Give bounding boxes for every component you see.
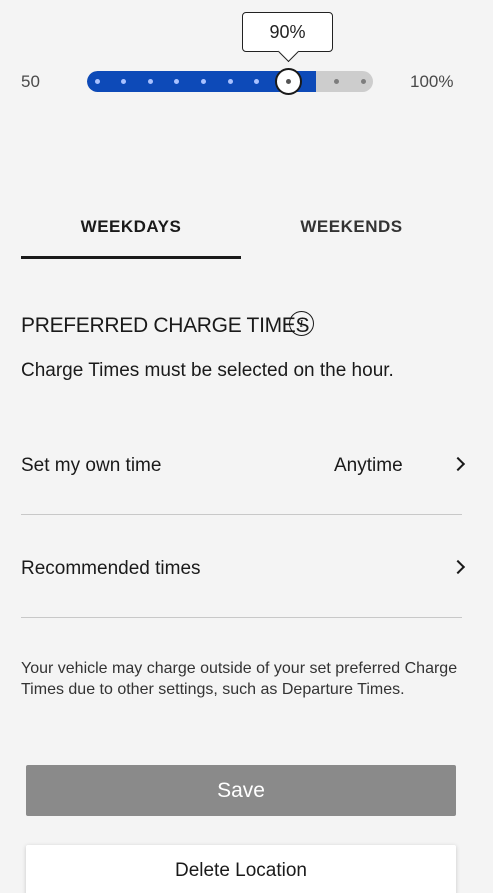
tab-weekdays[interactable]: WEEKDAYS bbox=[21, 217, 241, 237]
slider-tick-dot bbox=[333, 79, 339, 84]
slider-min-label: 50 bbox=[21, 72, 40, 91]
slider-value-tooltip: 90% bbox=[242, 12, 333, 52]
tab-weekends[interactable]: WEEKENDS bbox=[241, 217, 462, 237]
charge-note: Your vehicle may charge outside of your … bbox=[21, 660, 458, 698]
chevron-right-icon bbox=[450, 456, 466, 472]
active-tab-indicator bbox=[21, 256, 241, 259]
charge-limit-slider-track[interactable] bbox=[87, 71, 373, 92]
recommended-times-label: Recommended times bbox=[21, 558, 201, 579]
slider-tick-dot bbox=[94, 79, 100, 84]
chevron-right-icon bbox=[450, 559, 466, 575]
recommended-times-row[interactable]: Recommended times bbox=[21, 552, 466, 612]
section-title: PREFERRED CHARGE TIMES bbox=[21, 314, 310, 337]
slider-max-label: 100% bbox=[410, 72, 454, 91]
set-own-time-label: Set my own time bbox=[21, 455, 162, 476]
slider-tick-dot bbox=[200, 79, 206, 84]
save-button[interactable]: Save bbox=[26, 765, 456, 816]
set-own-time-row[interactable]: Set my own time Anytime bbox=[21, 448, 466, 508]
divider bbox=[21, 514, 462, 515]
set-own-time-value: Anytime bbox=[334, 455, 403, 476]
charge-limit-slider-thumb[interactable] bbox=[275, 68, 302, 95]
divider bbox=[21, 617, 462, 618]
section-description: Charge Times must be selected on the hou… bbox=[21, 360, 394, 381]
slider-tick-dot bbox=[147, 79, 153, 84]
info-icon[interactable]: i bbox=[289, 311, 314, 336]
delete-location-button[interactable]: Delete Location bbox=[26, 845, 456, 893]
slider-tick-dot bbox=[360, 79, 366, 84]
slider-tick-dot bbox=[227, 79, 233, 84]
charge-settings-screen: 50 90% 100% WEEKDAYS WEEKENDS PREFERRED … bbox=[0, 0, 493, 893]
